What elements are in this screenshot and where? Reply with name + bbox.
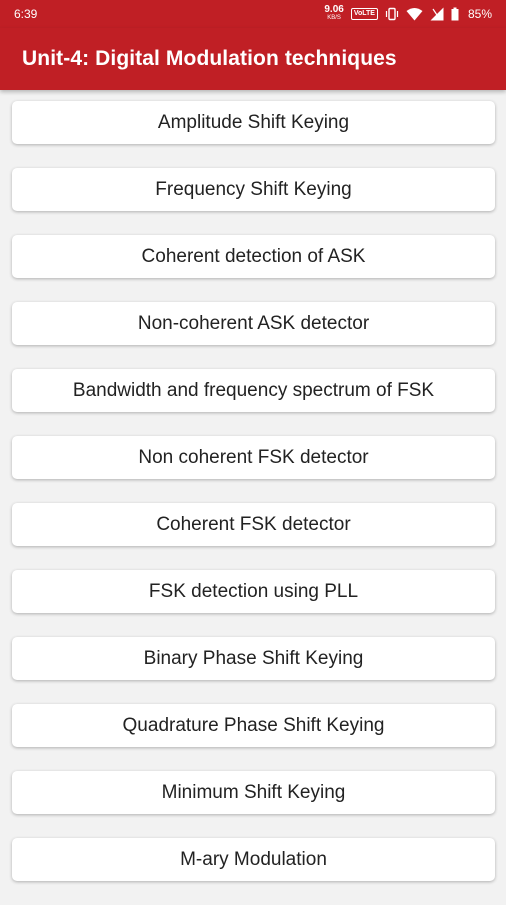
topic-label: Bandwidth and frequency spectrum of FSK bbox=[72, 379, 435, 401]
topic-label: Coherent FSK detector bbox=[156, 513, 351, 535]
network-speed-unit: KB/S bbox=[327, 15, 341, 21]
topic-label: Non coherent FSK detector bbox=[138, 446, 369, 468]
topic-button-coherent-detection-ask[interactable]: Coherent detection of ASK bbox=[12, 235, 495, 278]
topic-button-coherent-fsk-detector[interactable]: Coherent FSK detector bbox=[12, 503, 495, 546]
page-title: Unit-4: Digital Modulation techniques bbox=[22, 47, 397, 70]
topic-button-m-ary-modulation[interactable]: M-ary Modulation bbox=[12, 838, 495, 881]
topic-button-quadrature-phase-shift-keying[interactable]: Quadrature Phase Shift Keying bbox=[12, 704, 495, 747]
topic-label: Minimum Shift Keying bbox=[161, 781, 346, 803]
network-speed: 9.06 KB/S bbox=[324, 4, 344, 22]
battery-percent: 85% bbox=[467, 7, 492, 21]
topic-button-minimum-shift-keying[interactable]: Minimum Shift Keying bbox=[12, 771, 495, 814]
topic-button-fsk-bandwidth-spectrum[interactable]: Bandwidth and frequency spectrum of FSK bbox=[12, 369, 495, 412]
network-speed-value: 9.06 bbox=[324, 4, 344, 15]
topic-button-fsk-detection-pll[interactable]: FSK detection using PLL bbox=[12, 570, 495, 613]
topic-label: Amplitude Shift Keying bbox=[157, 111, 350, 133]
battery-icon bbox=[451, 7, 459, 21]
topic-button-non-coherent-ask-detector[interactable]: Non-coherent ASK detector bbox=[12, 302, 495, 345]
status-bar: 6:39 9.06 KB/S VoLTE 85% bbox=[0, 0, 506, 28]
topic-button-non-coherent-fsk-detector[interactable]: Non coherent FSK detector bbox=[12, 436, 495, 479]
topic-label: Coherent detection of ASK bbox=[141, 245, 366, 267]
topic-button-binary-phase-shift-keying[interactable]: Binary Phase Shift Keying bbox=[12, 637, 495, 680]
topic-button-amplitude-shift-keying[interactable]: Amplitude Shift Keying bbox=[12, 101, 495, 144]
wifi-icon bbox=[406, 7, 423, 21]
topic-label: Quadrature Phase Shift Keying bbox=[122, 714, 385, 736]
vibrate-icon bbox=[385, 7, 399, 21]
topic-label: FSK detection using PLL bbox=[148, 580, 359, 602]
topic-label: Non-coherent ASK detector bbox=[137, 312, 370, 334]
topic-button-frequency-shift-keying[interactable]: Frequency Shift Keying bbox=[12, 168, 495, 211]
status-icons: 9.06 KB/S VoLTE 85% bbox=[324, 4, 492, 22]
topic-label: M-ary Modulation bbox=[180, 848, 327, 870]
status-time: 6:39 bbox=[14, 7, 38, 21]
topic-label: Binary Phase Shift Keying bbox=[143, 647, 364, 669]
volte-icon: VoLTE bbox=[350, 8, 378, 20]
topic-list: Amplitude Shift Keying Frequency Shift K… bbox=[12, 101, 495, 905]
topic-label: Frequency Shift Keying bbox=[155, 178, 352, 200]
app-bar: Unit-4: Digital Modulation techniques bbox=[0, 28, 506, 90]
signal-icon bbox=[430, 7, 444, 21]
